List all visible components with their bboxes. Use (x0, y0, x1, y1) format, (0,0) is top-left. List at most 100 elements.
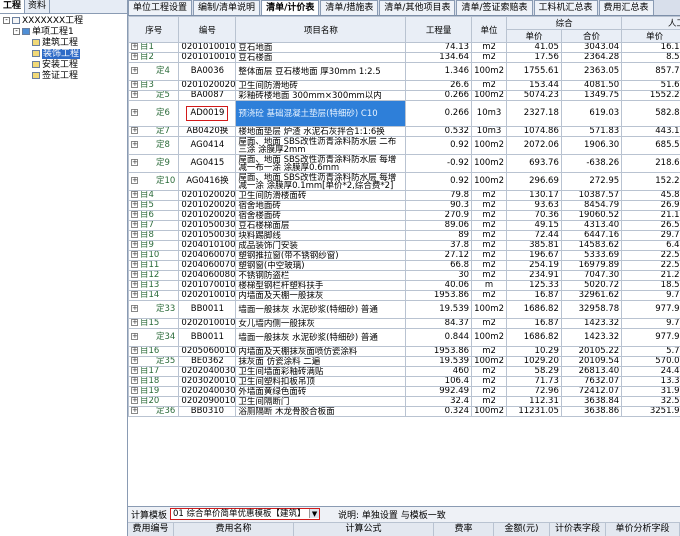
table-row[interactable]: +目14020201001053内墙面及天棚一般抹灰1953.86m216.87… (128, 290, 680, 301)
row-seq[interactable]: + 目11 (128, 260, 180, 271)
table-row[interactable]: + 定33 BB0011 墙面一般抹灰 水泥砂浆(特细砂) 普通 19.539 100m2… (128, 300, 680, 319)
expand-row-icon[interactable]: + (131, 367, 138, 374)
row-unit[interactable]: m2 (471, 386, 508, 397)
row-unit-price[interactable]: 93.63 (506, 200, 562, 211)
row-labor-price[interactable]: 51.63 (621, 80, 680, 91)
row-name[interactable]: 成品装饰门安装 (235, 240, 407, 251)
row-labor-price[interactable]: 218.68 (621, 154, 680, 173)
expand-row-icon[interactable]: + (131, 109, 138, 116)
row-unit[interactable]: m2 (471, 318, 508, 329)
row-code[interactable]: BB0011 (178, 300, 237, 319)
row-name[interactable]: 塑钢推拉窗(带不锈钢纱窗) (235, 250, 407, 261)
row-labor-price[interactable]: 977.90 (621, 328, 680, 347)
row-seq[interactable]: + 定9 (128, 154, 180, 173)
row-code[interactable]: 020204003056 (178, 366, 237, 377)
expand-row-icon[interactable]: + (131, 67, 138, 74)
row-name[interactable]: 墙面一般抹灰 水泥砂浆(特细砂) 普通 (235, 300, 407, 319)
row-total-price[interactable]: 2364.28 (560, 52, 623, 63)
row-unit-price[interactable]: 1686.82 (506, 300, 562, 319)
expand-row-icon[interactable]: + (131, 177, 138, 184)
table-row[interactable]: +目11020406007050塑钢窗(中空玻璃)66.8m2254.19169… (128, 260, 680, 271)
row-unit-price[interactable]: 72.44 (506, 230, 562, 241)
row-qty[interactable]: 66.8 (405, 260, 473, 271)
row-total-price[interactable]: 1349.75 (560, 90, 623, 101)
table-row[interactable]: +目15020201001054女儿墙内侧一般抹灰84.37m216.87142… (128, 318, 680, 329)
row-unit[interactable]: m2 (471, 200, 508, 211)
row-labor-price[interactable]: 1552.20 (621, 90, 680, 101)
col-amount[interactable]: 金额(元) (494, 523, 550, 536)
row-labor-price[interactable]: 24.47 (621, 366, 680, 377)
row-name[interactable]: 内墙面及天棚抹灰面喷仿瓷涂料 (235, 346, 407, 357)
row-unit-price[interactable]: 2327.18 (506, 100, 562, 127)
table-row[interactable]: +目1020101001040豆石地面74.13m241.053043.0416… (128, 42, 680, 53)
expand-row-icon[interactable]: + (131, 191, 138, 198)
row-total-price[interactable]: 3638.84 (560, 396, 623, 407)
row-qty[interactable]: 270.9 (405, 210, 473, 221)
table-row[interactable]: + 定7 AB0420换 楼地面垫层 炉渣 水泥石灰拌合1:1:6换 0.532 10m3… (128, 126, 680, 137)
row-seq[interactable]: + 目7 (128, 220, 180, 231)
table-row[interactable]: + 定10 AG0416换 屋面、地面 SBS改性沥青涂料防水层 每增减一涂 涂膜厚0… (128, 172, 680, 191)
row-labor-price[interactable]: 582.84 (621, 100, 680, 127)
row-unit[interactable]: m2 (471, 230, 508, 241)
row-code[interactable]: AG0416换 (178, 172, 237, 191)
row-unit[interactable]: 100m2 (471, 172, 508, 191)
row-name[interactable]: 女儿墙内侧一般抹灰 (235, 318, 407, 329)
expand-row-icon[interactable]: + (131, 53, 138, 60)
row-labor-price[interactable]: 29.78 (621, 230, 680, 241)
calc-template-select[interactable]: 01 综合单价简单优惠模板【建筑】 ▼ (170, 508, 321, 520)
row-name[interactable]: 预浇砼 基础混凝土垫层(特细砂) C10 (235, 100, 407, 127)
expand-row-icon[interactable]: + (131, 91, 138, 98)
row-total-price[interactable]: 6447.16 (560, 230, 623, 241)
row-code[interactable]: 020102002044 (178, 200, 237, 211)
row-qty[interactable]: 0.266 (405, 100, 473, 127)
row-code[interactable]: AB0420换 (178, 126, 237, 137)
row-name[interactable]: 卫生间防滑楼面砖 (235, 190, 407, 201)
row-qty[interactable]: 89.06 (405, 220, 473, 231)
row-total-price[interactable]: 32958.78 (560, 300, 623, 319)
row-code[interactable]: 020105003061 (178, 230, 237, 241)
row-qty[interactable]: 1953.86 (405, 290, 473, 301)
row-seq[interactable]: + 目15 (128, 318, 180, 329)
row-name[interactable]: 屋面、地面 SBS改性沥青涂料防水层 每增减一布一涂 涂膜厚0.6mm (235, 154, 407, 173)
row-total-price[interactable]: -638.26 (560, 154, 623, 173)
row-unit-price[interactable]: 296.69 (506, 172, 562, 191)
row-total-price[interactable]: 26813.40 (560, 366, 623, 377)
row-name[interactable]: 宿舍楼面砖 (235, 210, 407, 221)
expand-row-icon[interactable]: + (131, 347, 138, 354)
row-unit-price[interactable]: 1755.61 (506, 62, 562, 81)
row-total-price[interactable]: 72412.07 (560, 386, 623, 397)
row-unit[interactable]: 100m2 (471, 136, 508, 155)
row-labor-price[interactable]: 6.40 (621, 240, 680, 251)
row-qty[interactable]: 37.8 (405, 240, 473, 251)
row-labor-price[interactable]: 18.53 (621, 280, 680, 291)
row-labor-price[interactable]: 8.58 (621, 52, 680, 63)
tree-node[interactable]: - XXXXXXX工程 (0, 16, 127, 27)
row-total-price[interactable]: 571.83 (560, 126, 623, 137)
row-seq[interactable]: + 目10 (128, 250, 180, 261)
table-row[interactable]: +目8020105003061块料踢脚线89m272.446447.1629.7… (128, 230, 680, 241)
row-name[interactable]: 墙面一般抹灰 水泥砂浆(特细砂) 普通 (235, 328, 407, 347)
row-name[interactable]: 豆石地面 (235, 42, 407, 53)
row-total-price[interactable]: 1906.30 (560, 136, 623, 155)
row-name[interactable]: 楼地面垫层 炉渣 水泥石灰拌合1:1:6换 (235, 126, 407, 137)
row-total-price[interactable]: 10387.57 (560, 190, 623, 201)
main-tab[interactable]: 费用汇总表 (598, 0, 654, 15)
row-code[interactable]: 020107001052 (178, 280, 237, 291)
row-total-price[interactable]: 20105.22 (560, 346, 623, 357)
row-unit-price[interactable]: 16.87 (506, 290, 562, 301)
table-row[interactable]: +目20020209001064卫生间隔断门32.4m2112.313638.8… (128, 396, 680, 407)
row-unit-price[interactable]: 196.67 (506, 250, 562, 261)
table-row[interactable]: + 定8 AG0414 屋面、地面 SBS改性沥青涂料防水层 二布三涂 涂膜厚2mm 0… (128, 136, 680, 155)
col-code[interactable]: 编号 (178, 16, 237, 43)
row-name[interactable]: 内墙面及天棚一般抹灰 (235, 290, 407, 301)
row-total-price[interactable]: 3043.04 (560, 42, 623, 53)
row-code[interactable]: 020102002042 (178, 80, 237, 91)
expand-row-icon[interactable]: + (131, 43, 138, 50)
row-qty[interactable]: 40.06 (405, 280, 473, 291)
table-row[interactable]: +目2020101001041豆石楼面134.64m217.562364.288… (128, 52, 680, 63)
table-row[interactable]: + 定5 BA0087 彩釉砖楼地面 300mm×300mm以内 0.266 100m2 5… (128, 90, 680, 101)
row-seq[interactable]: + 定7 (128, 126, 180, 137)
table-row[interactable]: + 定9 AG0415 屋面、地面 SBS改性沥青涂料防水层 每增减一布一涂 涂膜厚0… (128, 154, 680, 173)
row-total-price[interactable]: 8454.79 (560, 200, 623, 211)
row-name[interactable]: 卫生间防滑地砖 (235, 80, 407, 91)
